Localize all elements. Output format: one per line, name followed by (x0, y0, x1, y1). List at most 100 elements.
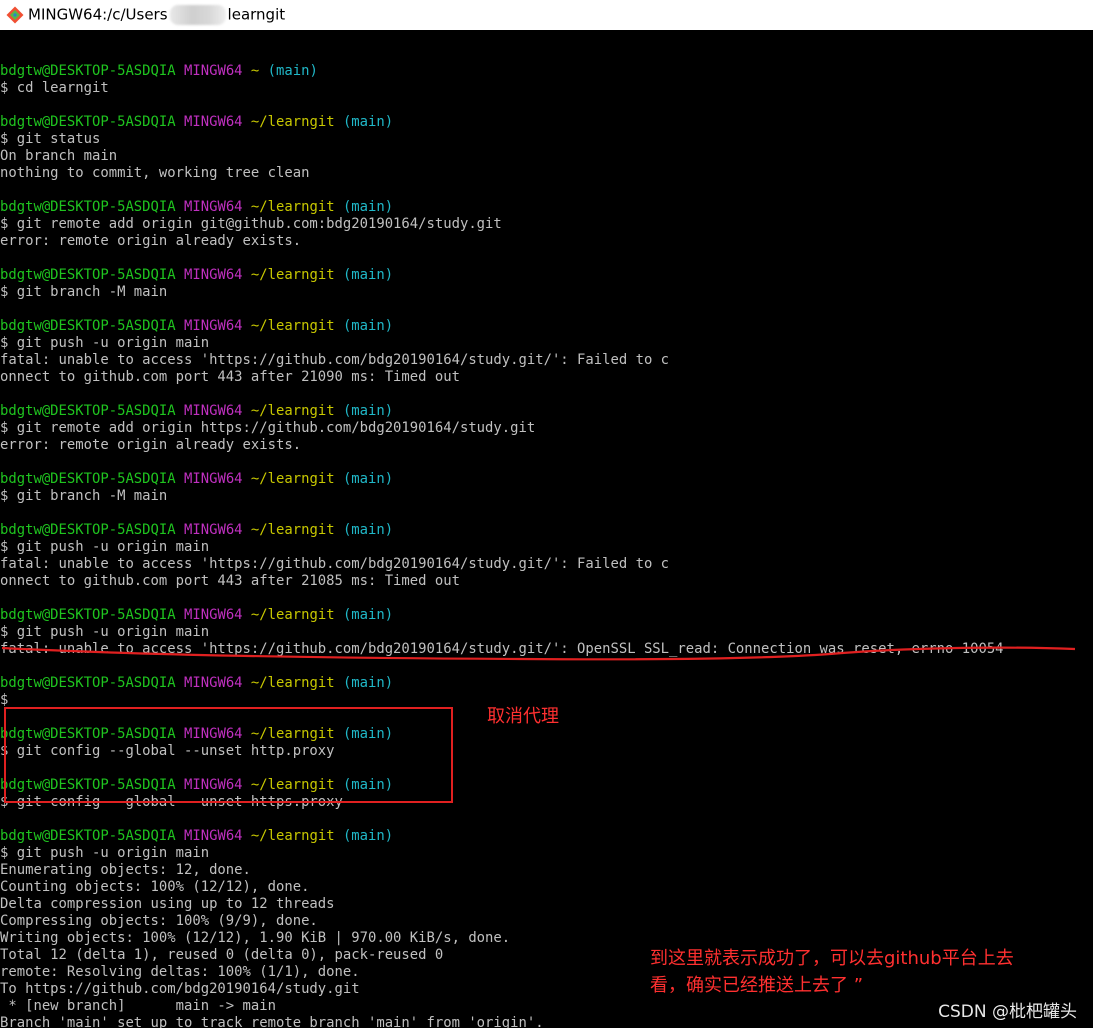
prompt-path: ~/learngit (250, 777, 335, 793)
output-text: Compressing objects: 100% (9/9), done. (0, 913, 318, 929)
output-line: Compressing objects: 100% (9/9), done. (0, 913, 1093, 930)
terminal-output[interactable]: bdgtw@DESKTOP-5ASDQIA MINGW64 ~ (main) $ … (0, 46, 1093, 1028)
output-line: * [new branch] main -> main (0, 998, 1093, 1015)
output-line: $ git branch -M main (0, 488, 1093, 505)
prompt-branch: (main) (342, 199, 394, 215)
prompt-path: ~/learngit (250, 114, 335, 130)
prompt-user: bdgtw@DESKTOP-5ASDQIA (0, 828, 176, 844)
output-text: To https://github.com/bdg20190164/study.… (0, 981, 360, 997)
window-title: MINGW64:/c/Users learngit (28, 5, 285, 25)
prompt-branch: (main) (342, 522, 394, 538)
output-line: fatal: unable to access 'https://github.… (0, 556, 1093, 573)
prompt-env: MINGW64 (184, 726, 243, 742)
prompt-line: bdgtw@DESKTOP-5ASDQIA MINGW64 ~/learngit… (0, 675, 1093, 692)
prompt-user: bdgtw@DESKTOP-5ASDQIA (0, 114, 176, 130)
prompt-path: ~ (250, 63, 260, 79)
output-text: $ (0, 692, 9, 708)
prompt-branch: (main) (342, 675, 394, 691)
output-line: $ git remote add origin https://github.c… (0, 420, 1093, 437)
prompt-user: bdgtw@DESKTOP-5ASDQIA (0, 522, 176, 538)
output-line: fatal: unable to access 'https://github.… (0, 352, 1093, 369)
output-text: $ git push -u origin main (0, 335, 210, 351)
output-text: $ git status (0, 131, 101, 147)
prompt-branch: (main) (342, 777, 394, 793)
output-text: nothing to commit, working tree clean (0, 165, 310, 181)
output-line: onnect to github.com port 443 after 2109… (0, 369, 1093, 386)
output-text: $ git push -u origin main (0, 845, 210, 861)
prompt-line: bdgtw@DESKTOP-5ASDQIA MINGW64 ~/learngit… (0, 522, 1093, 539)
output-text: Branch 'main' set up to track remote bra… (0, 1015, 544, 1028)
output-text: Total 12 (delta 1), reused 0 (delta 0), … (0, 947, 444, 963)
prompt-branch: (main) (342, 114, 394, 130)
output-line: error: remote origin already exists. (0, 233, 1093, 250)
prompt-env: MINGW64 (184, 471, 243, 487)
output-text: onnect to github.com port 443 after 2109… (0, 369, 460, 385)
prompt-path: ~/learngit (250, 675, 335, 691)
output-text: remote: Resolving deltas: 100% (1/1), do… (0, 964, 360, 980)
output-line: Enumerating objects: 12, done. (0, 862, 1093, 879)
prompt-env: MINGW64 (184, 267, 243, 283)
prompt-branch: (main) (342, 471, 394, 487)
output-line: Delta compression using up to 12 threads (0, 896, 1093, 913)
output-text: $ git remote add origin https://github.c… (0, 420, 536, 436)
output-text: onnect to github.com port 443 after 2108… (0, 573, 460, 589)
window-title-suffix: learngit (227, 5, 286, 24)
prompt-user: bdgtw@DESKTOP-5ASDQIA (0, 777, 176, 793)
output-text: $ git push -u origin main (0, 624, 210, 640)
output-line: $ cd learngit (0, 80, 1093, 97)
output-text: $ git config --global --unset http.proxy (0, 743, 335, 759)
prompt-line: bdgtw@DESKTOP-5ASDQIA MINGW64 ~ (main) (0, 63, 1093, 80)
terminal-window: MINGW64:/c/Users learngit bdgtw@DESKTOP-5… (0, 0, 1093, 1028)
output-text: $ cd learngit (0, 80, 109, 96)
prompt-line: bdgtw@DESKTOP-5ASDQIA MINGW64 ~/learngit… (0, 828, 1093, 845)
annotation-success-note: 到这里就表示成功了，可以去github平台上去 看，确实已经推送上去了 ” (650, 948, 1014, 996)
prompt-branch: (main) (342, 828, 394, 844)
prompt-branch: (main) (342, 607, 394, 623)
redacted-username (169, 5, 226, 25)
output-line: $ git branch -M main (0, 284, 1093, 301)
title-bar[interactable]: MINGW64:/c/Users learngit (0, 0, 1093, 30)
prompt-line: bdgtw@DESKTOP-5ASDQIA MINGW64 ~/learngit… (0, 114, 1093, 131)
git-bash-icon (6, 6, 24, 24)
window-title-prefix: MINGW64:/c/Users (28, 5, 168, 24)
output-line: nothing to commit, working tree clean (0, 165, 1093, 182)
prompt-path: ~/learngit (250, 726, 335, 742)
output-line: $ git config --global --unset https.prox… (0, 794, 1093, 811)
prompt-branch: (main) (342, 318, 394, 334)
prompt-line: bdgtw@DESKTOP-5ASDQIA MINGW64 ~/learngit… (0, 267, 1093, 284)
prompt-env: MINGW64 (184, 777, 243, 793)
prompt-branch: (main) (342, 726, 394, 742)
prompt-user: bdgtw@DESKTOP-5ASDQIA (0, 267, 176, 283)
prompt-path: ~/learngit (250, 522, 335, 538)
output-line: $ git push -u origin main (0, 845, 1093, 862)
prompt-path: ~/learngit (250, 267, 335, 283)
annotation-cancel-proxy: 取消代理 (487, 706, 559, 727)
prompt-path: ~/learngit (250, 199, 335, 215)
prompt-path: ~/learngit (250, 403, 335, 419)
output-line: $ git push -u origin main (0, 624, 1093, 641)
prompt-env: MINGW64 (184, 318, 243, 334)
prompt-env: MINGW64 (184, 828, 243, 844)
output-text: Delta compression using up to 12 threads (0, 896, 335, 912)
prompt-user: bdgtw@DESKTOP-5ASDQIA (0, 403, 176, 419)
prompt-env: MINGW64 (184, 522, 243, 538)
prompt-env: MINGW64 (184, 63, 243, 79)
output-line: fatal: unable to access 'https://github.… (0, 641, 1093, 658)
prompt-env: MINGW64 (184, 607, 243, 623)
output-line: Branch 'main' set up to track remote bra… (0, 1015, 1093, 1028)
prompt-line: bdgtw@DESKTOP-5ASDQIA MINGW64 ~/learngit… (0, 777, 1093, 794)
output-text: $ git branch -M main (0, 284, 168, 300)
prompt-env: MINGW64 (184, 114, 243, 130)
output-text: fatal: unable to access 'https://github.… (0, 556, 670, 572)
prompt-user: bdgtw@DESKTOP-5ASDQIA (0, 318, 176, 334)
output-text: $ git push -u origin main (0, 539, 210, 555)
output-text: $ git remote add origin git@github.com:b… (0, 216, 502, 232)
output-text: fatal: unable to access 'https://github.… (0, 641, 1004, 657)
